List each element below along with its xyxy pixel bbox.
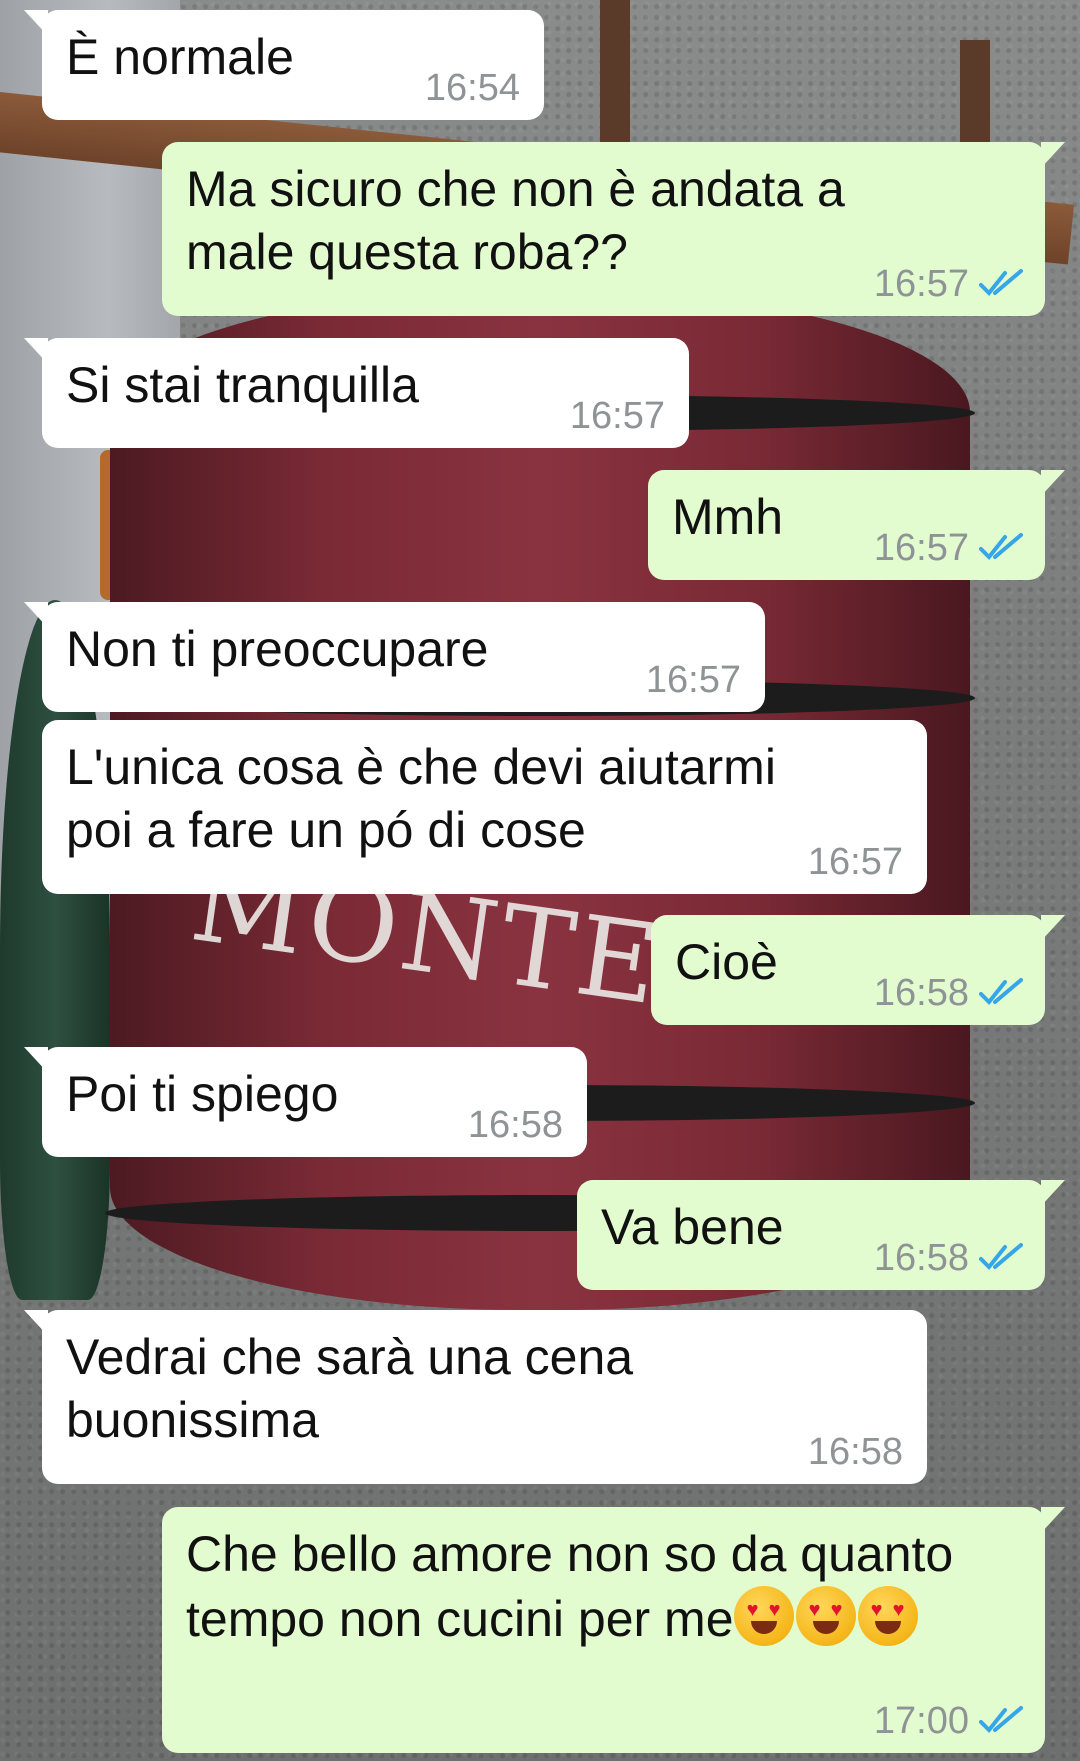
heart-eyes-emoji-icon: ♥ ♥: [795, 1586, 856, 1646]
wallpaper-post: [600, 0, 630, 150]
incoming-message[interactable]: È normale 16:54: [24, 10, 544, 120]
outgoing-message[interactable]: Che bello amore non so da quanto tempo n…: [162, 1507, 1065, 1753]
incoming-message[interactable]: Non ti preoccupare 16:57: [24, 602, 765, 712]
message-time: 16:57: [873, 263, 969, 305]
read-receipt-icon: [979, 1706, 1023, 1733]
read-receipt-icon: [979, 269, 1023, 296]
message-time: 16:57: [807, 841, 903, 883]
message-time: 16:57: [873, 527, 969, 569]
incoming-message[interactable]: Si stai tranquilla 16:57: [24, 338, 689, 448]
outgoing-message[interactable]: Ma sicuro che non è andata a male questa…: [162, 142, 1065, 316]
message-text-line: Vedrai che sarà una cena: [66, 1329, 634, 1385]
message-time: 16:54: [424, 67, 520, 109]
incoming-message[interactable]: L'unica cosa è che devi aiutarmi poi a f…: [42, 720, 927, 894]
message-text-line: Ma sicuro che non è andata a: [186, 161, 845, 217]
read-receipt-icon: [979, 533, 1023, 560]
message-time: 16:58: [873, 972, 969, 1014]
read-receipt-icon: [979, 1243, 1023, 1270]
message-time: 16:57: [569, 395, 665, 437]
message-time: 16:57: [645, 659, 741, 701]
message-text-line-with-emoji: tempo non cucini per me ♥ ♥ ♥ ♥ ♥ ♥: [186, 1586, 1021, 1651]
message-text-line: tempo non cucini per me: [186, 1591, 734, 1647]
message-text-line: poi a fare un pó di cose: [66, 802, 586, 858]
incoming-message[interactable]: Vedrai che sarà una cena buonissima 16:5…: [24, 1310, 927, 1484]
message-text: Non ti preoccupare: [66, 621, 489, 677]
incoming-message[interactable]: Poi ti spiego 16:58: [24, 1047, 587, 1157]
heart-eyes-emoji-icon: ♥ ♥: [857, 1586, 918, 1646]
message-text-line: L'unica cosa è che devi aiutarmi: [66, 739, 776, 795]
message-time: 17:00: [873, 1700, 969, 1742]
heart-eyes-emoji-icon: ♥ ♥: [733, 1586, 794, 1646]
message-time: 16:58: [467, 1104, 563, 1146]
outgoing-message[interactable]: Va bene 16:58: [577, 1180, 1065, 1290]
message-time: 16:58: [873, 1237, 969, 1279]
outgoing-message[interactable]: Mmh 16:57: [648, 470, 1065, 580]
read-receipt-icon: [979, 978, 1023, 1005]
message-time: 16:58: [807, 1431, 903, 1473]
message-text-line: Che bello amore non so da quanto: [186, 1526, 954, 1582]
message-text-line: buonissima: [66, 1392, 319, 1448]
outgoing-message[interactable]: Cioè 16:58: [651, 915, 1065, 1025]
